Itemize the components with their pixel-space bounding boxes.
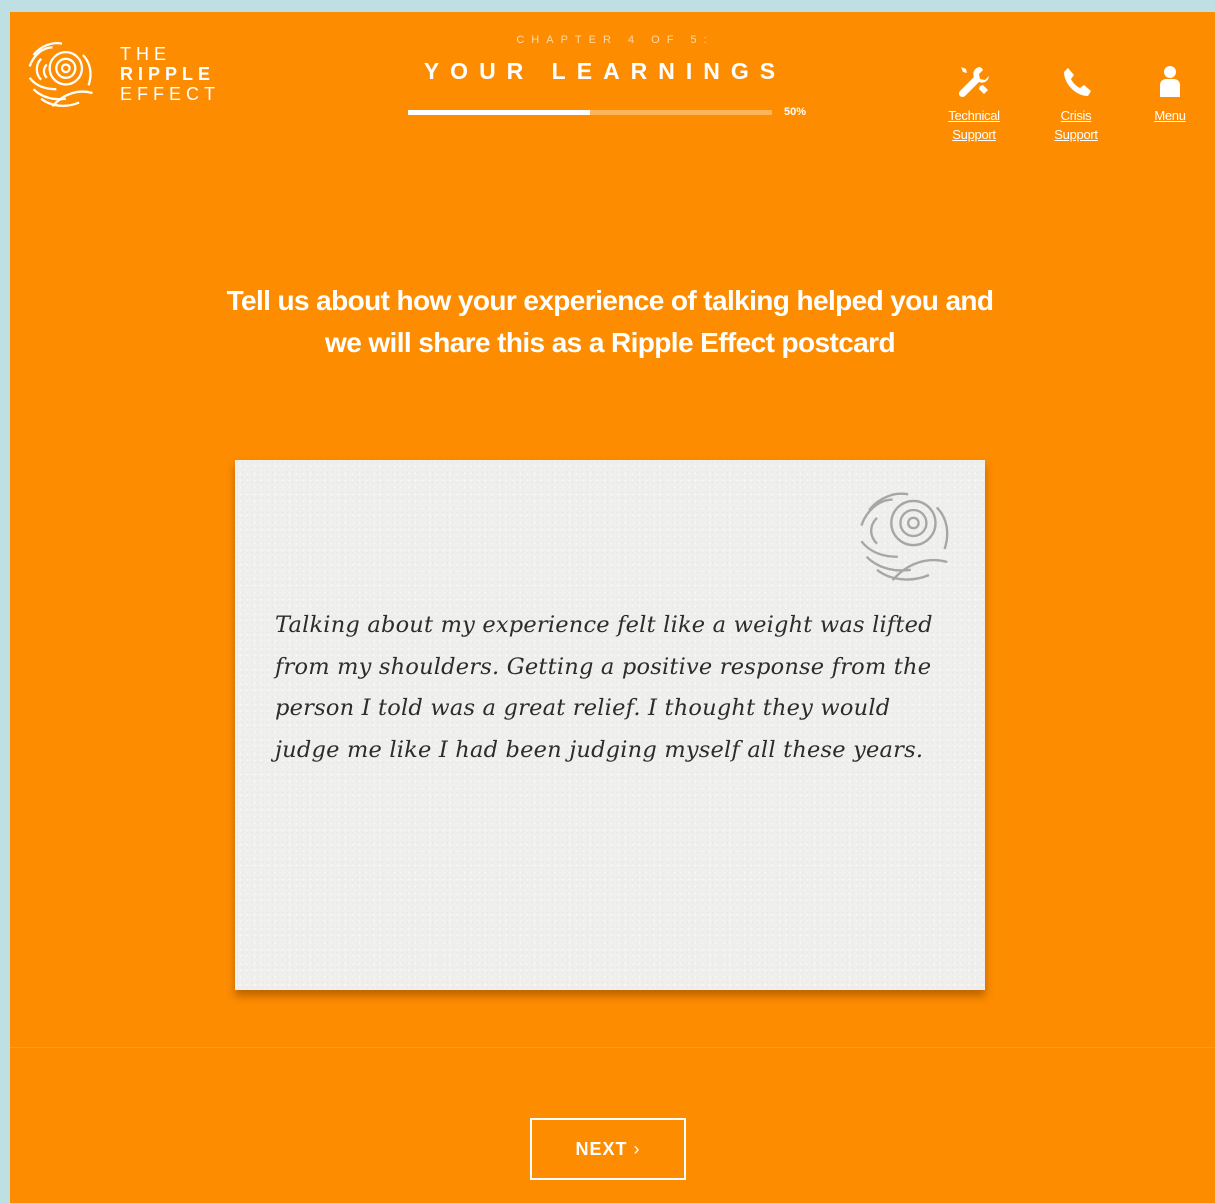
app-frame: THE RIPPLE EFFECT CHAPTER 4 OF 5: YOUR L…: [10, 12, 1215, 1203]
phone-icon: [1064, 68, 1091, 96]
logo[interactable]: THE RIPPLE EFFECT: [24, 36, 220, 112]
progress-fill: [408, 110, 590, 115]
chevron-right-icon: ›: [633, 1138, 641, 1159]
postcard-prompt: Tell us about how your experience of tal…: [226, 285, 994, 358]
nav-technical-support-label: Technical Support: [948, 108, 1000, 142]
section-title: YOUR LEARNINGS: [423, 58, 787, 84]
logo-line-2: RIPPLE: [120, 64, 216, 84]
nav-menu[interactable]: Menu: [1144, 64, 1196, 125]
tools-icon: [958, 67, 989, 98]
nav-technical-support[interactable]: Technical Support: [938, 64, 1010, 144]
nav-crisis-support-label: Crisis Support: [1054, 108, 1098, 142]
divider: [10, 1047, 1215, 1048]
chapter-label: CHAPTER 4 OF 5:: [516, 34, 714, 46]
logo-wordmark: THE RIPPLE EFFECT: [120, 44, 220, 104]
progress-bar: [408, 110, 772, 115]
nav-menu-label: Menu: [1154, 108, 1186, 123]
nav-crisis-support[interactable]: Crisis Support: [1044, 64, 1108, 144]
user-icon: [1160, 66, 1180, 97]
next-button-label: NEXT: [575, 1138, 628, 1159]
postcard-message: Talking about my experience felt like a …: [275, 612, 933, 763]
next-button[interactable]: NEXT ›: [530, 1118, 686, 1180]
logo-line-3: EFFECT: [120, 84, 220, 104]
postcard: Talking about my experience felt like a …: [235, 460, 985, 990]
ripple-logo-icon: [28, 42, 93, 108]
progress-percent: 50%: [784, 106, 807, 118]
logo-line-1: THE: [120, 44, 171, 64]
ripple-stamp-icon: [860, 492, 949, 581]
